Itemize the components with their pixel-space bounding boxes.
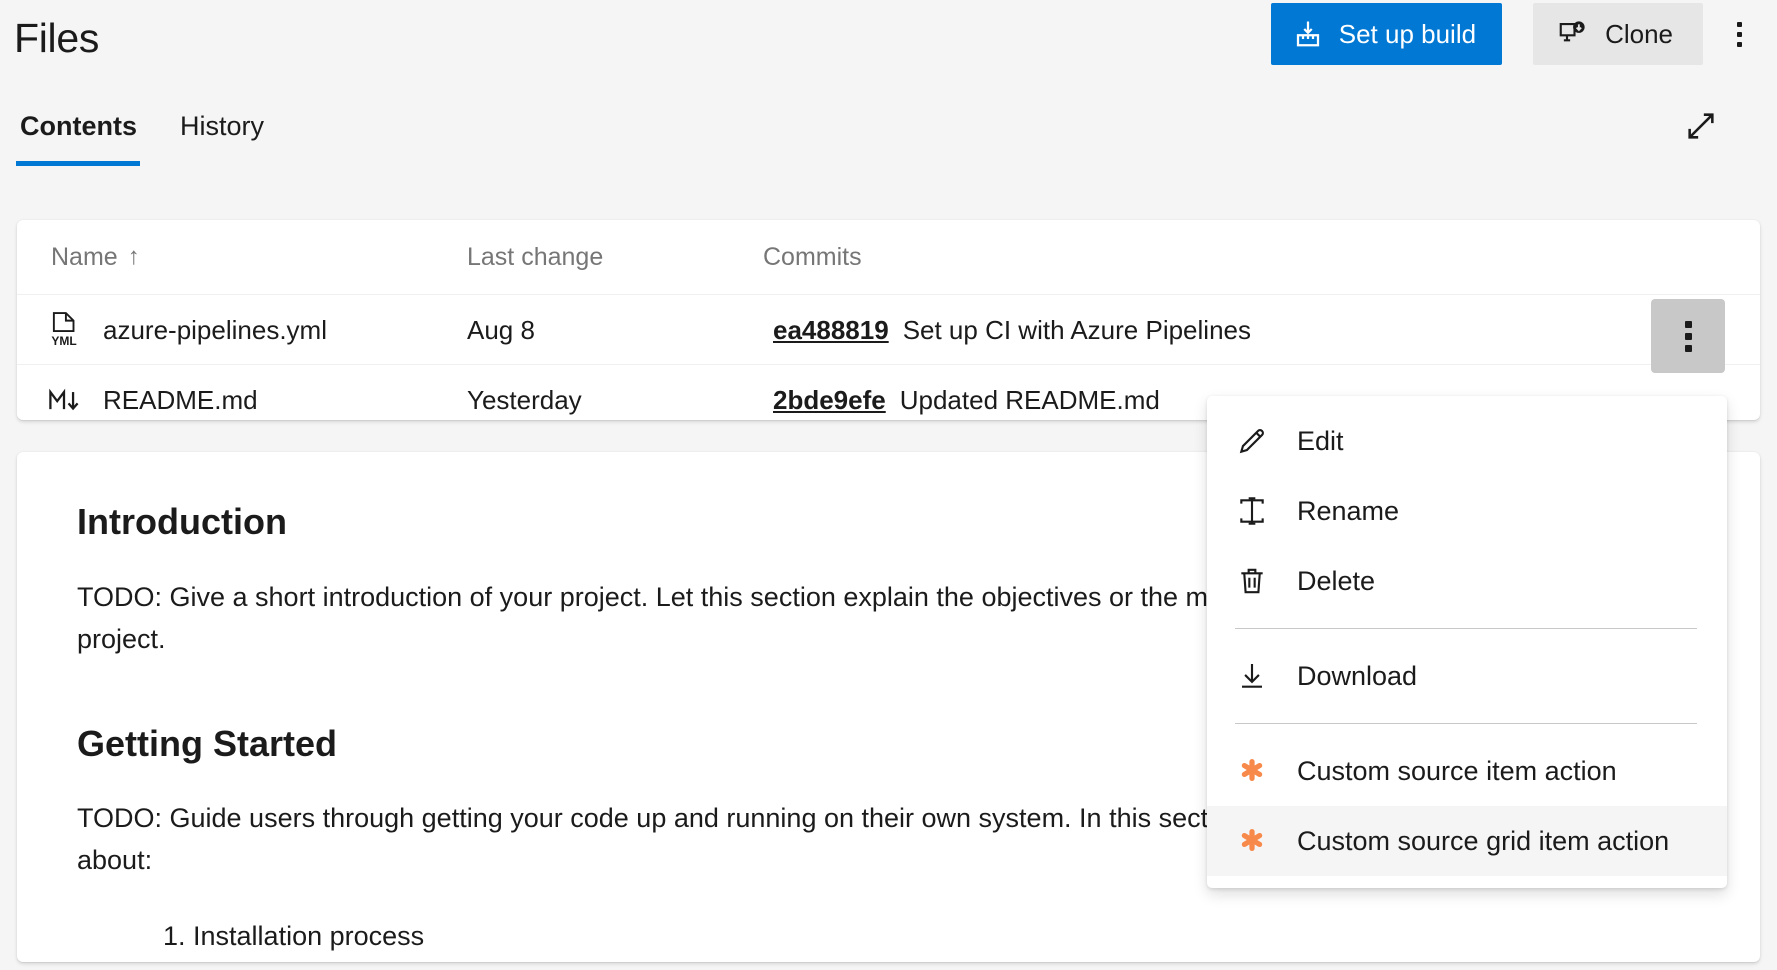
rename-icon bbox=[1207, 495, 1297, 527]
commit-message-label: Set up CI with Azure Pipelines bbox=[903, 315, 1251, 346]
menu-item-edit-label: Edit bbox=[1297, 426, 1344, 457]
commit-hash-link[interactable]: ea488819 bbox=[773, 315, 889, 346]
file-commit-cell: ea488819 Set up CI with Azure Pipelines bbox=[773, 295, 1251, 365]
menu-item-rename-label: Rename bbox=[1297, 496, 1399, 527]
page-header: Files Set up build bbox=[0, 0, 1777, 92]
menu-separator bbox=[1235, 628, 1697, 629]
set-up-build-button[interactable]: Set up build bbox=[1271, 3, 1502, 65]
more-vertical-icon bbox=[1685, 321, 1692, 352]
header-more-button[interactable] bbox=[1713, 3, 1765, 65]
tab-history[interactable]: History bbox=[176, 92, 268, 160]
set-up-build-label: Set up build bbox=[1339, 19, 1476, 50]
menu-item-delete-label: Delete bbox=[1297, 566, 1375, 597]
tab-history-label: History bbox=[180, 111, 264, 142]
build-download-icon bbox=[1293, 19, 1323, 49]
column-header-commits[interactable]: Commits bbox=[763, 243, 862, 272]
menu-item-custom-source-grid-item-action-label: Custom source grid item action bbox=[1297, 826, 1669, 857]
page-title: Files bbox=[14, 12, 99, 64]
file-name-label: azure-pipelines.yml bbox=[103, 315, 327, 346]
pencil-icon bbox=[1207, 425, 1297, 457]
more-vertical-icon bbox=[1737, 22, 1742, 47]
files-grid-header: Name ↑ Last change Commits bbox=[17, 220, 1760, 295]
menu-item-custom-source-grid-item-action[interactable]: Custom source grid item action bbox=[1207, 806, 1727, 876]
trash-icon bbox=[1207, 565, 1297, 597]
md-file-icon bbox=[45, 384, 83, 416]
file-last-change-cell: Aug 8 bbox=[467, 295, 535, 365]
row-context-menu: Edit Rename De bbox=[1207, 396, 1727, 888]
menu-item-download[interactable]: Download bbox=[1207, 641, 1727, 711]
clone-button[interactable]: Clone bbox=[1533, 3, 1703, 65]
files-grid-card: Name ↑ Last change Commits YML a bbox=[17, 220, 1760, 420]
table-row[interactable]: YML azure-pipelines.yml Aug 8 ea488819 S… bbox=[17, 295, 1760, 365]
file-last-change-cell: Yesterday bbox=[467, 365, 582, 435]
file-commit-cell: 2bde9efe Updated README.md bbox=[773, 365, 1160, 435]
row-more-button[interactable] bbox=[1651, 299, 1725, 373]
file-last-change-label: Yesterday bbox=[467, 385, 582, 416]
yml-file-icon: YML bbox=[45, 311, 83, 349]
asterisk-icon bbox=[1207, 756, 1297, 786]
tab-contents-label: Contents bbox=[20, 111, 137, 142]
tab-contents[interactable]: Contents bbox=[16, 92, 141, 160]
file-last-change-label: Aug 8 bbox=[467, 315, 535, 346]
tab-bar: Contents History bbox=[0, 92, 1777, 177]
file-name-label: README.md bbox=[103, 385, 258, 416]
menu-separator bbox=[1235, 723, 1697, 724]
expand-diagonal-icon bbox=[1684, 109, 1718, 143]
column-header-name[interactable]: Name ↑ bbox=[51, 243, 140, 272]
menu-item-download-label: Download bbox=[1297, 661, 1417, 692]
file-name-cell[interactable]: README.md bbox=[45, 365, 258, 435]
commit-hash-link[interactable]: 2bde9efe bbox=[773, 385, 886, 416]
menu-item-rename[interactable]: Rename bbox=[1207, 476, 1727, 546]
commit-message-label: Updated README.md bbox=[900, 385, 1160, 416]
tab-active-indicator bbox=[16, 161, 140, 166]
column-header-name-label: Name bbox=[51, 243, 118, 272]
menu-item-delete[interactable]: Delete bbox=[1207, 546, 1727, 616]
column-header-commits-label: Commits bbox=[763, 243, 862, 272]
download-arrow-icon bbox=[1207, 660, 1297, 692]
header-actions: Set up build Clone bbox=[1271, 3, 1765, 65]
column-header-last-change[interactable]: Last change bbox=[467, 243, 603, 272]
clone-label: Clone bbox=[1605, 19, 1673, 50]
readme-list-item-installation: 1. Installation process bbox=[77, 915, 1700, 957]
file-name-cell[interactable]: YML azure-pipelines.yml bbox=[45, 295, 327, 365]
asterisk-icon bbox=[1207, 826, 1297, 856]
sort-ascending-icon: ↑ bbox=[128, 245, 140, 269]
clone-monitor-icon bbox=[1557, 19, 1587, 49]
expand-button[interactable] bbox=[1673, 98, 1729, 154]
menu-item-edit[interactable]: Edit bbox=[1207, 406, 1727, 476]
svg-text:YML: YML bbox=[51, 334, 76, 348]
menu-item-custom-source-item-action[interactable]: Custom source item action bbox=[1207, 736, 1727, 806]
column-header-last-change-label: Last change bbox=[467, 243, 603, 272]
menu-item-custom-source-item-action-label: Custom source item action bbox=[1297, 756, 1617, 787]
